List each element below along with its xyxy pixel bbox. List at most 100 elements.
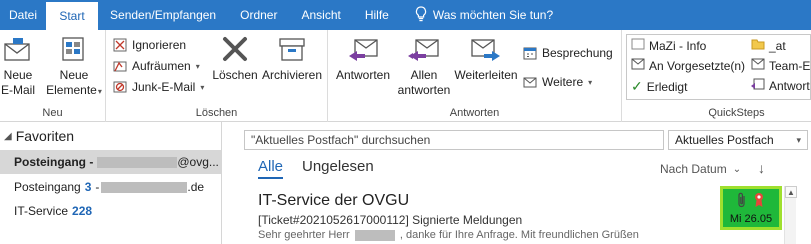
folder-label: Posteingang (14, 180, 81, 194)
unread-count: 3 (84, 180, 92, 194)
reply-all-icon (407, 32, 441, 66)
delete-button[interactable]: Löschen (210, 32, 260, 83)
new-items-button[interactable]: Neue Elemente▾ (46, 32, 102, 99)
quickstep-vorgesetzte-label: An Vorgesetzte(n) (649, 58, 746, 73)
quickstep-team[interactable]: Team-E (751, 58, 810, 73)
tab-senden-empfangen[interactable]: Senden/Empfangen (98, 0, 228, 30)
archive-button[interactable]: Archivieren (260, 32, 324, 83)
quickstep-at[interactable]: _at (751, 38, 786, 53)
forward-icon (469, 32, 503, 66)
group-antworten: Antworten Allen antworten Weiterleiten B… (328, 30, 622, 122)
new-email-label-2: E-Mail (0, 83, 35, 97)
search-scope-dropdown[interactable]: Aktuelles Postfach ▾ (668, 130, 808, 150)
unread-count: 228 (72, 204, 93, 218)
mail-sender: IT-Service der OVGU (258, 192, 410, 209)
folder-posteingang-ovgu[interactable]: Posteingang - @ovg... (0, 150, 221, 174)
quickstep-mazi-info-label: MaZi - Info (649, 38, 707, 53)
redacted-block (354, 229, 395, 241)
delete-label: Löschen (212, 68, 258, 82)
quickstep-erledigt[interactable]: ✓ Erledigt (631, 78, 687, 95)
forward-mail-icon (631, 58, 645, 73)
note-icon (631, 38, 645, 53)
tell-me-label: Was möchten Sie tun? (432, 8, 554, 22)
new-items-label-2: Elemente▾ (46, 83, 102, 97)
scrollbar[interactable]: ▲ (784, 186, 797, 244)
cleanup-icon (112, 58, 128, 74)
sort-direction-button[interactable]: ↓ (758, 160, 765, 176)
tab-ansicht[interactable]: Ansicht (289, 0, 352, 30)
cleanup-button[interactable]: Aufräumen ▾ (112, 57, 200, 75)
forward-label: Weiterleiten (454, 68, 518, 82)
quickstep-antwort[interactable]: Antwort (751, 78, 810, 93)
forward-button[interactable]: Weiterleiten (452, 32, 520, 83)
junk-label: Junk-E-Mail (132, 80, 196, 94)
mail-preview-start: Sehr geehrter Herr (258, 229, 350, 241)
meeting-label: Besprechung (542, 46, 613, 60)
lightbulb-icon (415, 5, 427, 25)
envelope-icon (1, 32, 35, 66)
tab-datei[interactable]: Datei (0, 0, 46, 30)
mail-subject: [Ticket#2021052617000112] Signierte Meld… (258, 213, 523, 227)
folder-icon (751, 38, 765, 53)
quicksteps-gallery: MaZi - Info An Vorgesetzte(n) ✓ Erledigt… (626, 34, 811, 100)
mail-item[interactable]: IT-Service der OVGU [Ticket#202105261700… (244, 186, 784, 244)
sort-by-dropdown[interactable]: Nach Datum ⌄ (660, 162, 741, 176)
folder-it-service[interactable]: IT-Service 228 (0, 199, 221, 223)
new-email-label-1: Neue (3, 68, 33, 82)
paperclip-icon (737, 192, 747, 211)
mail-status-icons (737, 192, 765, 211)
group-label-neu: Neu (42, 107, 63, 119)
chevron-down-icon: ▾ (588, 77, 593, 87)
new-items-label-1: Neue (59, 68, 89, 82)
favorites-label: Favoriten (15, 128, 75, 144)
group-loeschen: Ignorieren Aufräumen ▾ Junk-E-Mail ▾ Lösch… (106, 30, 328, 122)
folder-prefix: - (95, 180, 100, 194)
checkmark-icon: ✓ (631, 78, 643, 94)
favorites-header[interactable]: ◢ Favoriten (4, 128, 74, 144)
tab-start[interactable]: Start (46, 2, 99, 30)
chevron-down-icon: ▾ (97, 87, 102, 96)
quickstep-team-label: Team-E (769, 58, 811, 73)
reply-all-button[interactable]: Allen antworten (394, 32, 454, 98)
mail-preview-end: , danke für Ihre Anfrage. Mit freundlich… (399, 229, 639, 241)
folder-pane: ◢ Favoriten Posteingang - @ovg... Postei… (0, 122, 222, 244)
group-label-quicksteps: QuickSteps (708, 107, 765, 119)
folder-label: IT-Service (14, 204, 69, 218)
new-items-icon (57, 32, 91, 66)
ignore-button[interactable]: Ignorieren (112, 36, 186, 54)
more-button[interactable]: Weitere ▾ (522, 73, 592, 91)
search-scope-label: Aktuelles Postfach (675, 133, 774, 147)
folder-suffix: @ovg... (177, 155, 219, 169)
archive-label: Archivieren (261, 68, 323, 82)
new-email-button[interactable]: Neue E-Mail (0, 32, 36, 98)
chevron-down-icon: ⌄ (732, 163, 742, 175)
quickstep-mazi-info[interactable]: MaZi - Info (631, 38, 706, 53)
junk-button[interactable]: Junk-E-Mail ▾ (112, 78, 204, 96)
scroll-up-arrow-icon[interactable]: ▲ (785, 186, 797, 198)
folder-label: Posteingang - (14, 155, 94, 169)
cleanup-label: Aufräumen (132, 59, 191, 73)
filter-tab-unread[interactable]: Ungelesen (302, 158, 374, 175)
folder-posteingang-de[interactable]: Posteingang 3 - .de (0, 175, 221, 199)
reply-icon (346, 32, 380, 66)
reply-button[interactable]: Antworten (332, 32, 394, 83)
tell-me-search[interactable]: Was möchten Sie tun? (401, 0, 553, 30)
quickstep-antwort-label: Antwort (769, 78, 810, 93)
tab-hilfe[interactable]: Hilfe (353, 0, 401, 30)
delete-x-icon (218, 32, 252, 66)
filter-tab-all[interactable]: Alle (258, 158, 284, 179)
ignore-icon (112, 37, 128, 53)
junk-icon (112, 79, 128, 95)
quickstep-vorgesetzte[interactable]: An Vorgesetzte(n) (631, 58, 745, 73)
mail-date: Mi 26.05 (729, 213, 773, 225)
collapse-triangle-icon: ◢ (4, 130, 12, 142)
quickstep-erledigt-label: Erledigt (646, 79, 688, 94)
search-input[interactable]: "Aktuelles Postfach" durchsuchen (244, 130, 664, 150)
message-list: "Aktuelles Postfach" durchsuchen Aktuell… (222, 122, 811, 244)
more-label: Weitere (542, 75, 584, 89)
ribbon: Neue E-Mail Neue Elemente▾ Neu Ignoriere… (0, 30, 811, 122)
tab-ordner[interactable]: Ordner (228, 0, 289, 30)
calendar-icon (522, 45, 538, 61)
meeting-button[interactable]: Besprechung (522, 44, 613, 62)
archive-icon (275, 32, 309, 66)
